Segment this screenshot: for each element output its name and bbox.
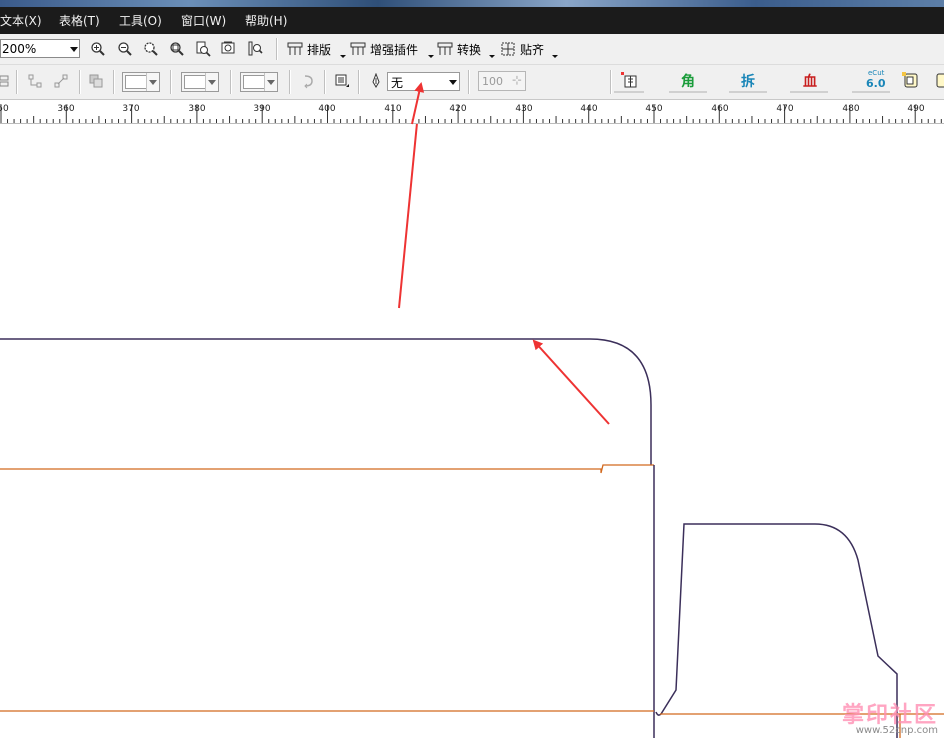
outline-color-picker[interactable] [181,72,219,92]
fill-color-picker[interactable] [122,72,160,92]
zoom-level-select[interactable]: 200% [0,39,80,58]
dropdown-marker-icon [428,55,434,58]
ruler-ticks [0,105,942,123]
layout-button[interactable]: 排版 [307,41,331,58]
zoom-page-width-icon[interactable] [221,41,237,57]
ruler-label: 400 [318,104,336,114]
plugin-underline [852,91,890,93]
toolbar-separator [324,70,326,94]
zoom-out-icon[interactable] [117,41,133,57]
pen-outline-icon [372,73,380,88]
zoom-page-icon[interactable] [195,41,211,57]
ruler-label: 410 [384,104,402,114]
plugin-underline [614,91,644,93]
zoom-all-objects-icon[interactable] [169,41,185,57]
snap-button[interactable]: 贴齐 [520,41,544,58]
more-plugin-icon[interactable] [933,71,944,89]
crease-line [0,464,654,474]
ruler-label: 370 [122,104,140,114]
ruler-label: 460 [711,104,729,114]
menu-help[interactable]: 帮助(H) [245,12,287,29]
ruler-label: 360 [57,104,75,114]
dropdown-marker-icon [489,55,495,58]
background-color-picker[interactable] [240,72,278,92]
ruler-label: 450 [645,104,663,114]
die-line-top-shape [0,338,652,465]
outline-width-select[interactable]: 无 [387,72,460,91]
menu-table[interactable]: 表格(T) [59,12,100,29]
plugin-underline [669,91,707,93]
arrange-icon[interactable] [334,73,350,89]
menu-bar: 文本(X) 表格(T) 工具(O) 窗口(W) 帮助(H) [0,7,944,34]
ruler-label: 470 [776,104,794,114]
ecut-label: eCut [868,69,885,77]
convert-button[interactable]: 转换 [457,41,481,58]
transparency-value: 100 [482,75,503,88]
transform-icon[interactable] [88,73,104,89]
toolbar-separator [610,70,612,94]
horizontal-ruler: 50 360 370 380 390 400 410 420 430 440 4… [0,100,944,124]
toolbar-separator [289,70,291,94]
split-plugin-button[interactable]: 拆 [741,71,755,91]
drawing-canvas[interactable]: 掌印社区 www.52cnp.com [0,124,944,738]
convert-icon [437,42,453,55]
toolbar-separator [113,70,115,94]
toolbar-separator [358,70,360,94]
ecut-plugin-button[interactable]: eCut 6.0 [865,69,887,91]
layout-icon [287,42,303,55]
bleed-plugin-button[interactable]: 血 [803,71,817,91]
menu-text[interactable]: 文本(X) [0,12,42,29]
corner-plugin-button[interactable]: 角 [681,71,695,91]
ruler-label: 50 [0,104,9,114]
toolbar-separator [276,38,278,60]
zoom-page-height-icon[interactable] [247,41,263,57]
bottom-crease-line [0,710,944,715]
watermark-brand: 掌印社区 [841,703,938,728]
toolbar-separator [79,70,81,94]
toolbar-separator [170,70,172,94]
transparency-input[interactable]: 100 ⊹ [478,71,526,91]
ecut-version: 6.0 [866,77,886,90]
zoom-selected-icon[interactable] [143,41,159,57]
chevron-down-icon [449,80,457,85]
document-plugin-icon[interactable] [901,71,921,89]
drawing-svg [0,124,944,738]
enhance-plugin-button[interactable]: 增强插件 [370,41,418,58]
enhance-plugin-icon [350,42,366,55]
watermark: 掌印社区 www.52cnp.com [842,697,938,736]
ruler-label: 420 [449,104,467,114]
menu-window[interactable]: 窗口(W) [181,12,226,29]
plugin-underline [790,91,828,93]
plugin-underline [729,91,767,93]
toolbar-separator [230,70,232,94]
grid-plugin-icon[interactable] [620,71,640,89]
ruler-label: 430 [515,104,533,114]
zoom-in-icon[interactable] [90,41,106,57]
menu-tools[interactable]: 工具(O) [119,12,162,29]
ruler-label: 380 [188,104,206,114]
toolbar-separator [468,70,470,94]
snap-icon [501,42,515,56]
annotation-arrow-icon [398,124,418,309]
connector-icon[interactable] [27,73,43,89]
wrap-text-icon[interactable] [300,73,316,89]
standard-toolbar: 200% 排版 增强插件 转换 贴齐 [0,34,944,65]
ruler-label: 440 [580,104,598,114]
line-connector-icon[interactable] [53,73,69,89]
dropdown-marker-icon [340,55,346,58]
ruler-label: 480 [842,104,860,114]
property-bar: 无 100 ⊹ 角 拆 血 eCut 6.0 [0,65,944,100]
window-top-strip [0,0,944,7]
align-icon[interactable] [0,73,12,89]
ruler-label: 390 [253,104,271,114]
toolbar-separator [16,70,18,94]
dropdown-marker-icon [552,55,558,58]
zoom-level-value: 200% [2,42,37,56]
ruler-label: 490 [907,104,925,114]
annotation-arrow-icon [532,339,610,425]
chevron-down-icon [70,47,78,52]
stepper-icon: ⊹ [512,73,523,87]
outline-width-value: 无 [391,76,404,90]
